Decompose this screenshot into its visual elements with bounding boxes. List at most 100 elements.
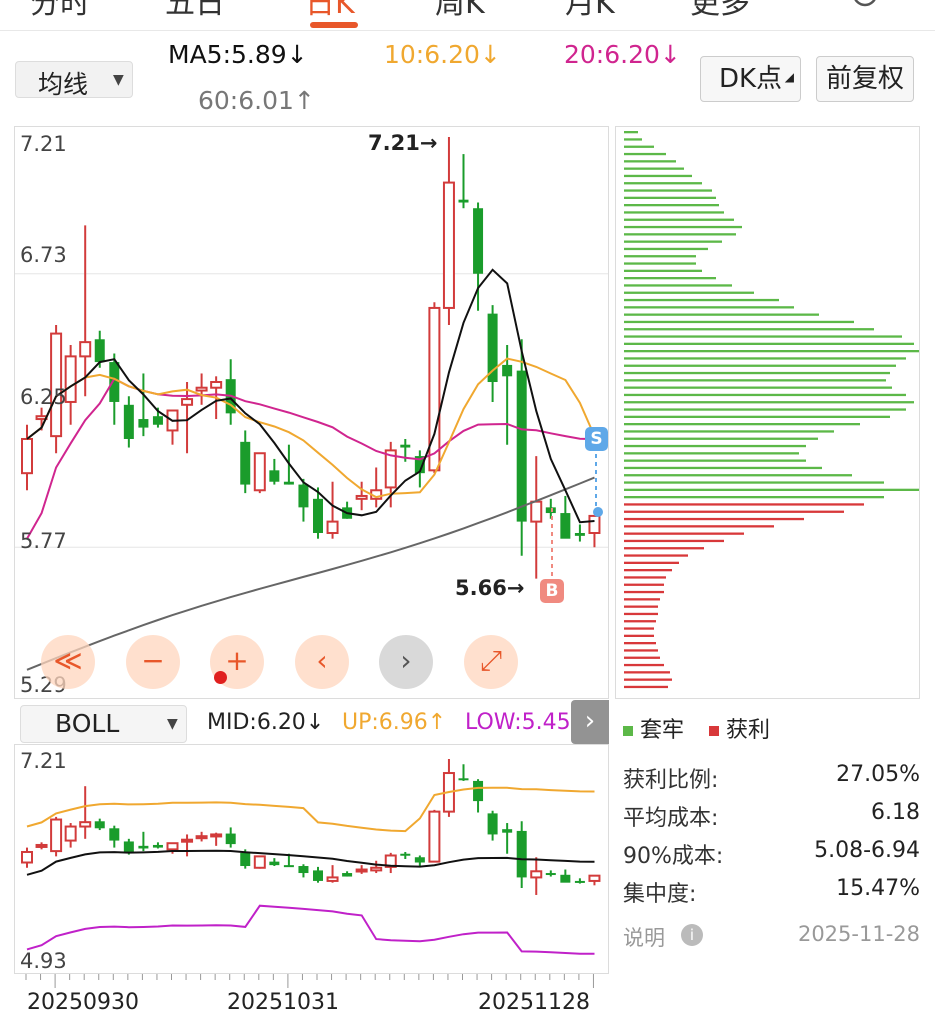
chip-bar-trapped — [624, 408, 906, 411]
y-axis-label: 6.25 — [20, 385, 67, 409]
candle-body — [195, 835, 208, 840]
chip-bar-trapped — [624, 401, 914, 404]
candle-body — [530, 500, 543, 523]
chip-bar-trapped — [624, 466, 822, 470]
candle-body — [152, 844, 163, 848]
candle-body — [560, 513, 571, 539]
boll-mid-line — [26, 849, 595, 876]
concentration-label: 集中度: — [623, 882, 697, 907]
step-right-button[interactable]: › — [379, 635, 433, 689]
price-adjust-button[interactable]: 前复权 — [816, 56, 914, 102]
ma-indicator-select[interactable]: 均线 ▼ — [15, 61, 133, 99]
tab-five-day[interactable]: 五日 — [165, 0, 225, 22]
chip-bar-profit — [624, 525, 774, 528]
candle-body — [355, 494, 368, 500]
dk-point-button[interactable]: DK点 ◢ — [700, 56, 801, 102]
chip-bar-trapped — [624, 335, 902, 338]
note-link[interactable]: 说明 — [623, 922, 665, 952]
chip-bar-trapped — [624, 328, 874, 331]
chip-bar-profit — [624, 678, 672, 681]
candle-body — [298, 866, 309, 874]
chip-distribution-panel — [615, 126, 920, 699]
kline-chart-panel[interactable]: 7.21 6.73 6.25 5.77 5.29 7.21→ 5.66→ S B… — [14, 126, 609, 699]
chip-bar-trapped — [624, 145, 654, 148]
candle-body — [545, 873, 556, 876]
chip-bar-trapped — [624, 225, 742, 229]
boll-chart[interactable] — [15, 745, 608, 973]
chip-bar-trapped — [624, 371, 890, 375]
tab-more[interactable]: 更多 — [690, 0, 750, 22]
step-left-button[interactable]: ‹ — [295, 635, 349, 689]
chip-bar-trapped — [624, 415, 890, 418]
candle-body — [283, 481, 294, 485]
sell-signal-marker[interactable]: S — [585, 427, 608, 451]
boll-mid-arrow: ↓ — [305, 710, 325, 735]
chip-bar-trapped — [624, 342, 914, 345]
ma5-arrow: ↓ — [286, 40, 308, 69]
chip-bar-trapped — [624, 269, 702, 272]
candle-body — [414, 857, 425, 863]
chip-bar-profit — [624, 569, 672, 572]
chip-bar-trapped — [624, 131, 638, 134]
profit-ratio-value: 27.05% — [836, 762, 920, 787]
candle-body — [355, 868, 368, 873]
info-icon[interactable]: i — [681, 924, 703, 946]
chip-bar-trapped — [624, 393, 906, 397]
candle-body — [326, 520, 339, 535]
candle-body — [516, 830, 527, 878]
candle-body — [588, 874, 601, 882]
candle-body — [428, 810, 441, 863]
candle-body — [181, 398, 194, 406]
chip-bar-profit — [624, 503, 864, 506]
candle-body — [487, 813, 498, 835]
chip-bar-profit — [624, 642, 656, 645]
candle-body — [123, 841, 134, 852]
chip-bar-trapped — [624, 364, 896, 367]
candle-body — [210, 833, 223, 838]
candle-body — [342, 873, 353, 877]
chip-bar-profit — [624, 671, 670, 674]
candle-body — [298, 484, 309, 508]
candle-body — [269, 470, 280, 482]
chip-bar-trapped — [624, 182, 702, 185]
boll-upper-line — [26, 786, 595, 833]
sell-signal-dot — [593, 507, 603, 517]
chip-date: 2025-11-28 — [797, 922, 920, 946]
boll-chart-panel[interactable]: 7.21 4.93 — [14, 744, 609, 974]
chip-bar-trapped — [624, 350, 919, 353]
chip-bar-trapped — [624, 481, 884, 484]
candle-body — [109, 362, 120, 402]
cost-90-label: 90%成本: — [623, 844, 724, 869]
tab-monthly-k[interactable]: 月K — [565, 0, 615, 22]
expand-legend-button[interactable]: › — [571, 700, 609, 744]
candle-body — [138, 419, 149, 428]
zoom-out-button[interactable]: − — [126, 635, 180, 689]
expand-icon: ⤢ — [479, 644, 503, 677]
fullscreen-button[interactable]: ⤢ — [464, 635, 518, 689]
ma10-arrow: ↓ — [479, 40, 501, 69]
candle-body — [313, 498, 323, 534]
candle-body — [123, 404, 134, 439]
low-price-annotation: 5.66→ — [455, 576, 525, 600]
candle-body — [240, 441, 251, 485]
boll-indicator-select[interactable]: BOLL ▼ — [20, 705, 187, 743]
chip-bar-trapped — [624, 459, 806, 462]
rewind-button[interactable]: ≪ — [41, 635, 95, 689]
cost-90-value: 5.08-6.94 — [814, 838, 920, 863]
tab-daily-k[interactable]: 日K — [305, 0, 355, 22]
kline-chart[interactable] — [15, 127, 608, 698]
active-tab-indicator — [310, 22, 358, 28]
tab-weekly-k[interactable]: 周K — [435, 0, 485, 22]
boll-up-value: UP:6.96 — [342, 710, 428, 735]
zoom-in-button[interactable]: + — [210, 635, 264, 689]
chip-bar-profit — [624, 612, 658, 616]
candle-body — [326, 876, 339, 882]
chip-bar-trapped — [624, 437, 818, 440]
chip-bar-trapped — [624, 240, 722, 243]
chip-bar-profit — [624, 561, 679, 564]
tab-intraday[interactable]: 分时 — [30, 0, 90, 22]
buy-signal-marker[interactable]: B — [540, 579, 564, 603]
settings-icon[interactable] — [848, 0, 882, 16]
boll-mid-legend: MID:6.20↓ — [207, 710, 324, 735]
candle-body — [516, 370, 527, 522]
